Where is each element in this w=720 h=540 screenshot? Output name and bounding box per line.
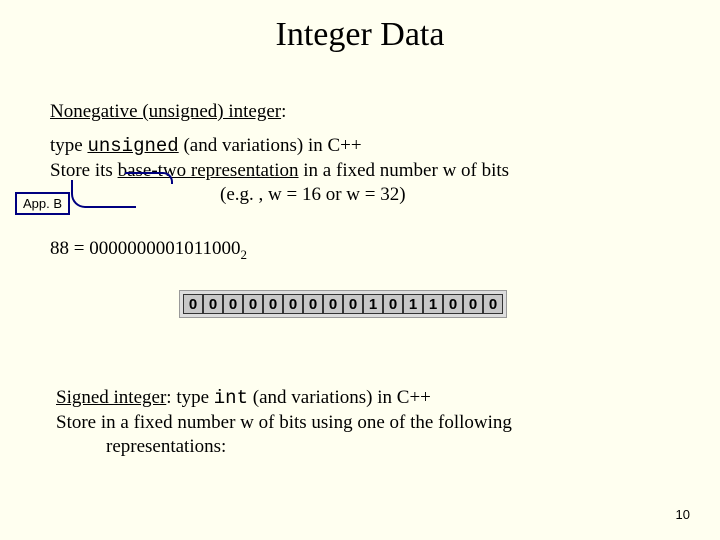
appendix-b-box: App. B [15,192,70,215]
bit-cells-image: 0000000001011000 [179,290,507,318]
int-keyword: int [214,387,248,409]
slide: Integer Data Nonegative (unsigned) integ… [0,0,720,540]
colon: : [281,101,286,122]
page-number: 10 [676,507,690,522]
nonnegative-heading: Nonegative (unsigned) integer: [50,100,680,124]
eq-subscript: 2 [241,247,248,262]
store-prefix: Store its [50,160,118,181]
bit-cell: 1 [403,294,423,314]
bit-cell: 0 [463,294,483,314]
nonnegative-heading-text: Nonegative (unsigned) integer [50,101,281,122]
signed-section: Signed integer: type int (and variations… [56,386,680,458]
bit-cell: 0 [223,294,243,314]
bit-cell: 0 [243,294,263,314]
signed-line2: Store in a fixed number w of bits using … [56,411,680,435]
bit-cell: 0 [343,294,363,314]
slide-title: Integer Data [0,16,720,54]
connector-line [71,180,136,208]
type-prefix: type [50,135,87,156]
signed-type-prefix: type [172,387,214,408]
bit-row: 0000000001011000 [183,294,503,314]
type-line: type unsigned (and variations) in C++ [50,134,680,159]
bit-cell: 1 [363,294,383,314]
eq-lhs: 88 = [50,238,89,259]
bit-cell: 0 [303,294,323,314]
example-wbits: (e.g. , w = 16 or w = 32) [220,184,406,206]
bit-cell: 0 [263,294,283,314]
bit-cell: 0 [383,294,403,314]
equation-88: 88 = 00000000010110002 [50,238,247,263]
bit-cell: 0 [283,294,303,314]
eq-bits: 0000000001011000 [89,238,240,259]
type-suffix: (and variations) in C++ [179,135,362,156]
bit-cell: 0 [183,294,203,314]
signed-heading: Signed integer [56,387,166,408]
bit-cell: 0 [323,294,343,314]
bit-cell: 0 [203,294,223,314]
signed-line3: representations: [106,435,680,459]
bit-cell: 0 [443,294,463,314]
signed-line1: Signed integer: type int (and variations… [56,386,680,411]
body-text: Nonegative (unsigned) integer: type unsi… [50,100,680,182]
bit-cell: 1 [423,294,443,314]
bit-cell: 0 [483,294,503,314]
unsigned-keyword: unsigned [87,135,178,157]
store-suffix: in a fixed number w of bits [299,160,510,181]
signed-type-suffix: (and variations) in C++ [248,387,431,408]
